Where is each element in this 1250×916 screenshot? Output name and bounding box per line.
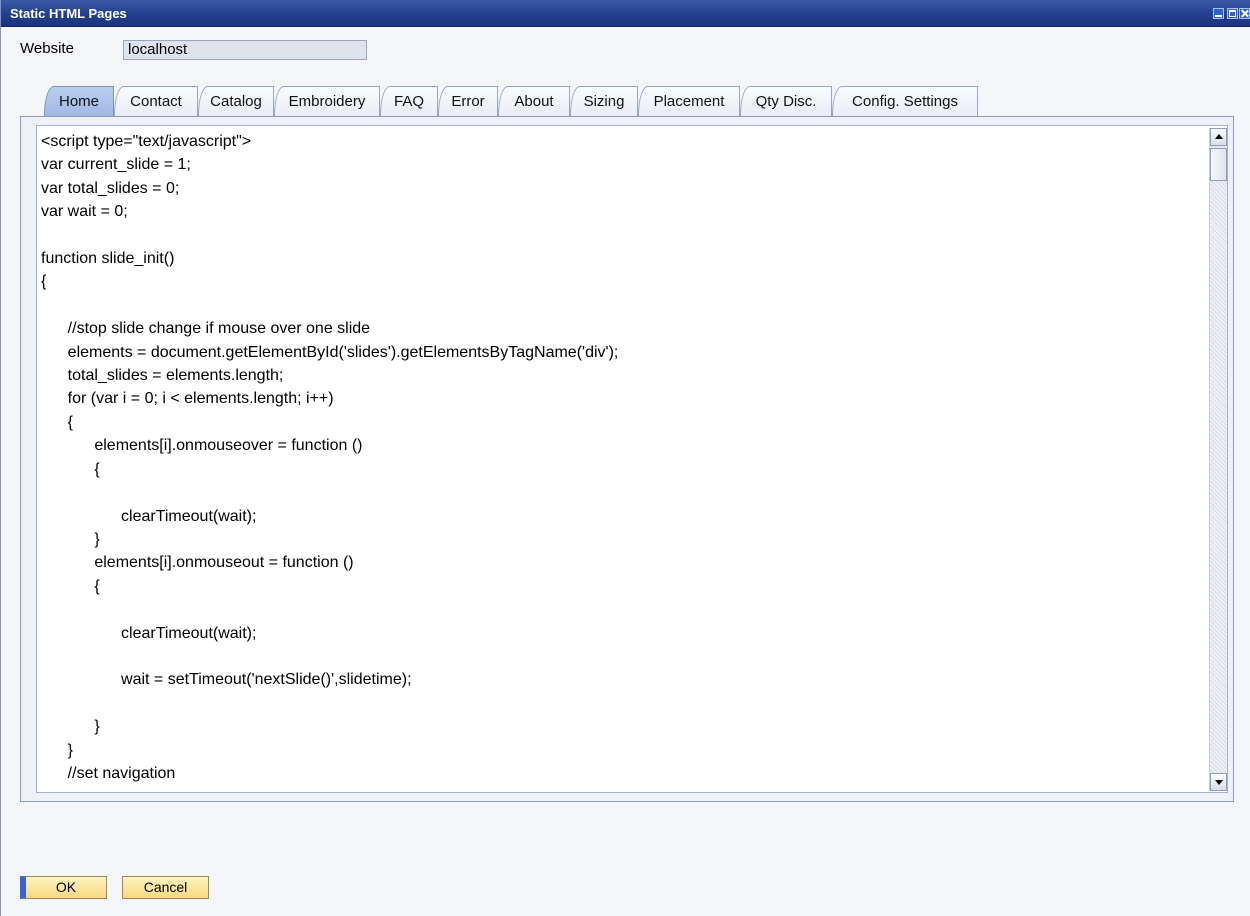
tab-catalog[interactable]: Catalog bbox=[198, 86, 274, 116]
scroll-down-icon[interactable] bbox=[1210, 773, 1227, 791]
tab-qty-disc[interactable]: Qty Disc. bbox=[740, 86, 832, 116]
close-icon[interactable] bbox=[1239, 8, 1250, 19]
tab-sizing[interactable]: Sizing bbox=[570, 86, 638, 116]
title-bar[interactable]: Static HTML Pages bbox=[1, 0, 1250, 27]
tab-config-settings[interactable]: Config. Settings bbox=[832, 86, 978, 116]
vertical-scrollbar[interactable] bbox=[1209, 128, 1227, 791]
scroll-up-icon[interactable] bbox=[1210, 128, 1227, 146]
tab-error[interactable]: Error bbox=[438, 86, 498, 116]
tab-contact[interactable]: Contact bbox=[114, 86, 198, 116]
cancel-button[interactable]: Cancel bbox=[122, 876, 209, 899]
tab-home[interactable]: Home bbox=[44, 86, 114, 118]
tab-embroidery[interactable]: Embroidery bbox=[274, 86, 380, 116]
code-text[interactable]: <script type="text/javascript"> var curr… bbox=[41, 130, 1201, 785]
website-field[interactable]: localhost bbox=[123, 40, 367, 60]
scroll-thumb[interactable] bbox=[1210, 148, 1227, 181]
website-label: Website bbox=[20, 40, 74, 57]
minimize-icon[interactable] bbox=[1213, 8, 1224, 19]
tab-placement[interactable]: Placement bbox=[638, 86, 740, 116]
tab-about[interactable]: About bbox=[498, 86, 570, 116]
tab-faq[interactable]: FAQ bbox=[380, 86, 438, 116]
maximize-icon[interactable] bbox=[1227, 8, 1238, 19]
static-html-pages-window: Static HTML Pages Website localhost Home… bbox=[0, 0, 1250, 916]
window-title: Static HTML Pages bbox=[10, 6, 127, 21]
ok-button[interactable]: OK bbox=[20, 876, 107, 899]
html-editor[interactable]: <script type="text/javascript"> var curr… bbox=[36, 125, 1228, 793]
